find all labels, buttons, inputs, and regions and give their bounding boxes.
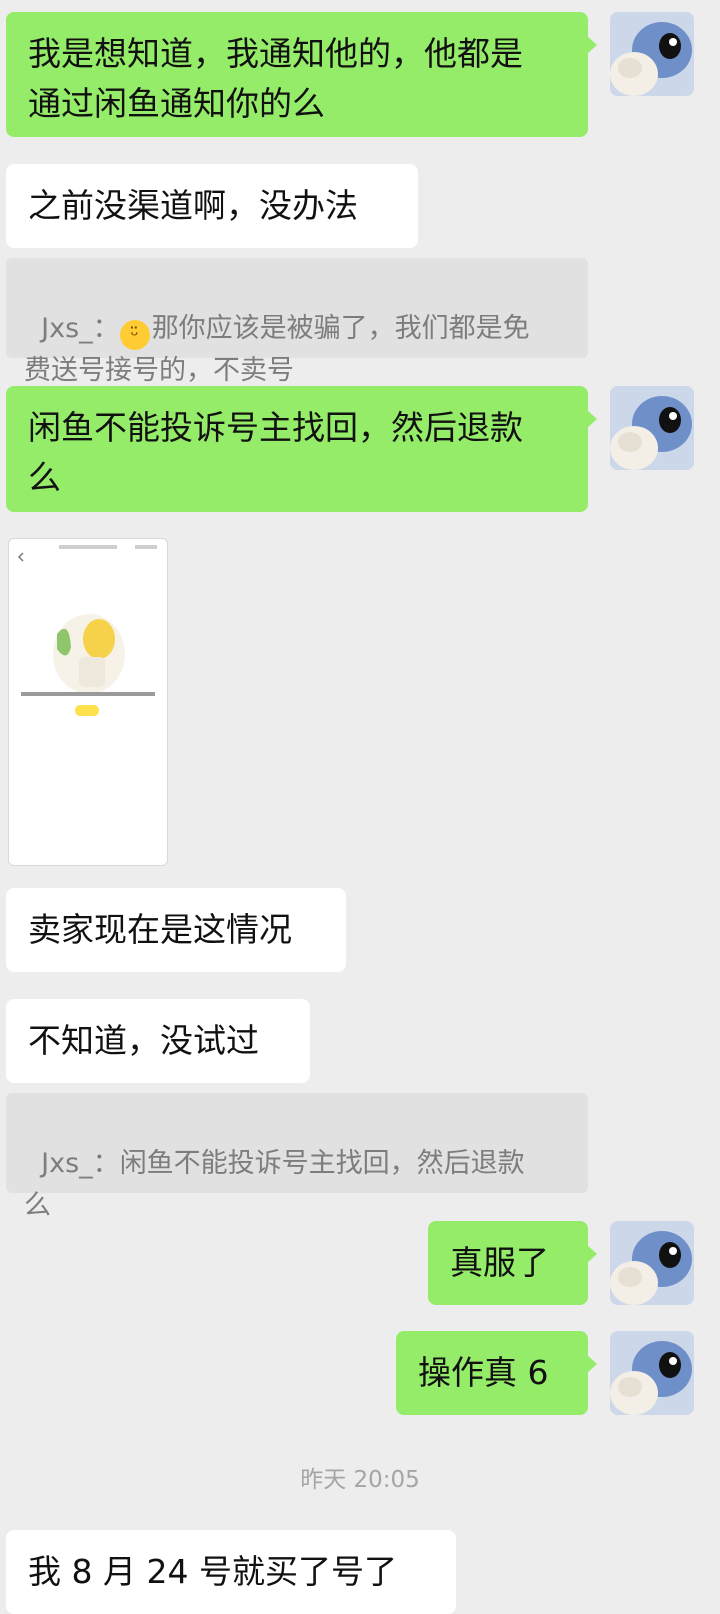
stitch-avatar-icon — [610, 12, 694, 96]
chat-timestamp: 昨天 20:05 — [300, 1467, 420, 1493]
sweat-smile-emoji-icon: ᵕ̈ — [119, 320, 150, 350]
message-bubble-incoming[interactable]: 不知道，没试过 — [6, 999, 310, 1083]
message-bubble-incoming[interactable]: 我 8 月 24 号就买了号了 — [6, 1530, 456, 1614]
screenshot-thumbnail — [9, 539, 167, 865]
message-bubble-incoming[interactable]: 之前没渠道啊，没办法 — [6, 164, 418, 248]
user-avatar[interactable] — [610, 1221, 694, 1305]
user-avatar[interactable] — [610, 12, 694, 96]
stitch-avatar-icon — [610, 1331, 694, 1415]
quoted-reply[interactable]: Jxs_： ᵕ̈ 那你应该是被骗了，我们都是免 费送号接号的，不卖号 — [6, 258, 588, 386]
quote-sender: Jxs_： — [41, 1148, 120, 1179]
message-bubble-outgoing[interactable]: 我是想知道，我通知他的，他都是 通过闲鱼通知你的么 — [6, 12, 597, 137]
user-avatar[interactable] — [610, 386, 694, 470]
quoted-reply[interactable]: Jxs_：闲鱼不能投诉号主找回，然后退款 么 — [6, 1093, 588, 1221]
stitch-avatar-icon — [610, 386, 694, 470]
message-bubble-outgoing[interactable]: 闲鱼不能投诉号主找回，然后退款 么 — [6, 386, 597, 512]
message-bubble-incoming[interactable]: 卖家现在是这情况 — [6, 888, 346, 972]
quote-sender: Jxs_： — [41, 313, 120, 344]
message-bubble-outgoing[interactable]: 真服了 — [428, 1221, 597, 1305]
message-bubble-outgoing[interactable]: 操作真 6 — [396, 1331, 597, 1415]
user-avatar[interactable] — [610, 1331, 694, 1415]
image-message[interactable] — [8, 538, 168, 866]
stitch-avatar-icon — [610, 1221, 694, 1305]
